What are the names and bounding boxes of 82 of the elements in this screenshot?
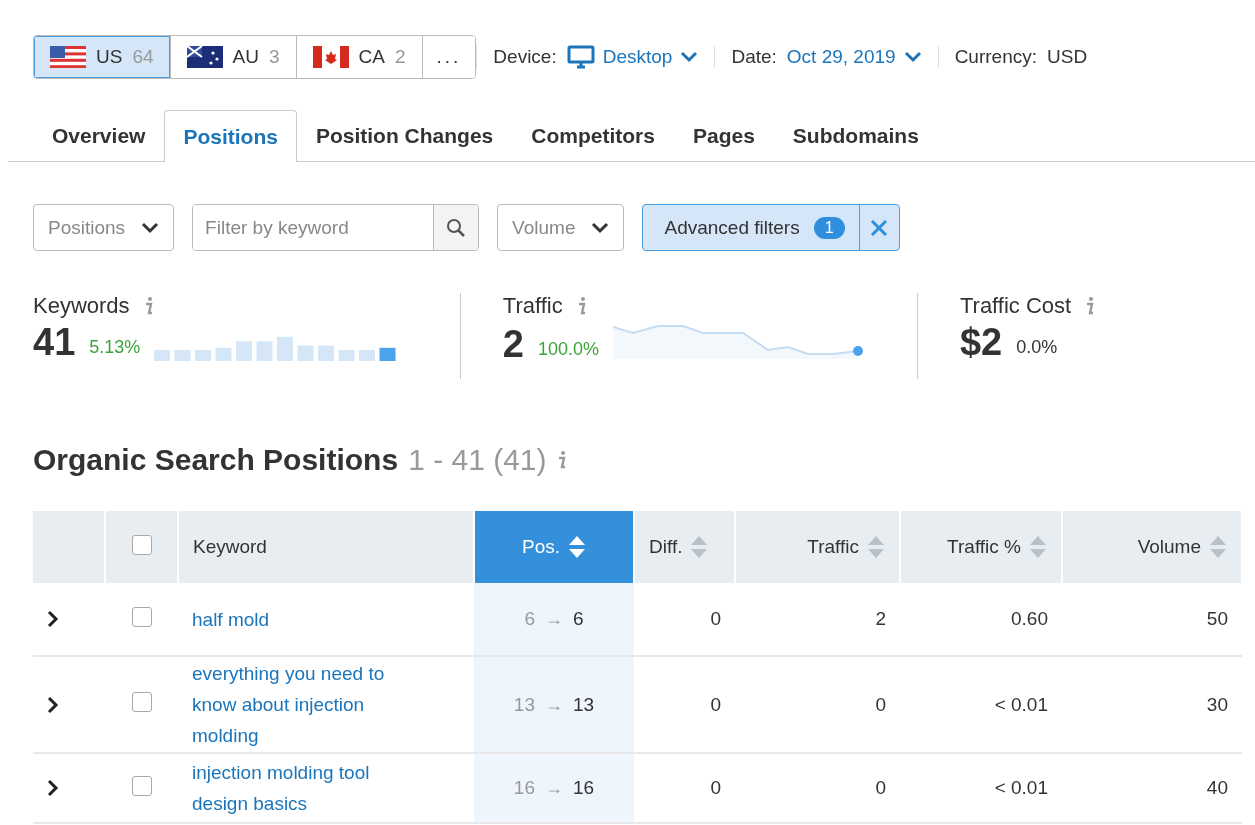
expand-button[interactable] — [47, 695, 59, 714]
metric-value: 41 — [33, 323, 76, 361]
traffic-share-value: 0.60 — [1011, 608, 1048, 629]
previous-position: 16 — [513, 777, 535, 798]
column-header[interactable]: Traffic — [735, 511, 900, 583]
sort-icon[interactable] — [867, 534, 885, 560]
diff-value: 0 — [710, 693, 721, 715]
row-checkbox[interactable] — [131, 775, 152, 796]
result-range: 1 - 41 (41) — [408, 443, 547, 477]
device-label: Device: — [493, 46, 557, 68]
column-header[interactable]: Volume — [1062, 511, 1242, 583]
database-tab[interactable]: US 64 — [34, 36, 171, 78]
chevron-down-icon — [591, 221, 610, 234]
arrow-glyph: → — [545, 778, 563, 798]
chevron-down-icon — [903, 51, 922, 63]
metric-change: 5.13% — [89, 337, 141, 358]
metric-label: Traffic Cost — [959, 293, 1072, 319]
sort-icon[interactable] — [1209, 534, 1227, 560]
sort-icon[interactable] — [568, 534, 586, 560]
column-header[interactable]: Diff. — [634, 511, 735, 583]
info-icon[interactable] — [143, 296, 153, 316]
sort-icon[interactable] — [690, 534, 709, 560]
traffic-share-value: < 0.01 — [994, 777, 1048, 798]
date-label: Date: — [731, 46, 777, 68]
flag-icon — [50, 46, 86, 68]
previous-position: 6 — [524, 608, 535, 629]
currency-value: USD — [1047, 46, 1088, 68]
select-all-checkbox[interactable] — [131, 534, 152, 555]
expand-button[interactable] — [47, 779, 59, 797]
expand-button[interactable] — [47, 610, 59, 628]
column-header[interactable]: Keyword — [178, 511, 474, 583]
device-dropdown[interactable]: Desktop — [566, 45, 699, 69]
arrow-glyph: → — [545, 694, 563, 715]
metric-value: $2 — [959, 323, 1003, 361]
positions-dropdown[interactable]: Positions — [33, 204, 175, 251]
currency-label: Currency: — [954, 46, 1037, 68]
info-icon[interactable] — [576, 296, 586, 316]
keyword-filter-field[interactable]: Filter by keyword — [192, 204, 480, 251]
info-icon[interactable] — [556, 450, 566, 470]
search-icon — [446, 217, 467, 238]
info-icon[interactable] — [1085, 296, 1095, 316]
current-position: 6 — [573, 608, 584, 629]
current-position: 16 — [573, 777, 595, 798]
chevron-down-icon — [141, 221, 160, 234]
sort-icon[interactable] — [1029, 534, 1047, 560]
volume-value: 40 — [1206, 777, 1228, 798]
chevron-right-icon — [47, 610, 59, 628]
date-dropdown[interactable]: Oct 29, 2019 — [786, 46, 922, 68]
diff-value: 0 — [710, 608, 721, 629]
chevron-right-icon — [47, 695, 59, 714]
report-tab[interactable]: Positions — [164, 110, 297, 162]
volume-dropdown[interactable]: Volume — [497, 204, 625, 251]
metric-value: 2 — [502, 325, 524, 363]
traffic-value: 2 — [875, 608, 886, 629]
chevron-right-icon — [47, 779, 59, 797]
traffic-value: 0 — [875, 777, 886, 798]
row-checkbox[interactable] — [131, 692, 152, 712]
keyword-link[interactable]: half mold — [192, 603, 424, 635]
diff-value: 0 — [710, 777, 721, 798]
monitor-icon — [566, 45, 595, 69]
volume-value: 50 — [1206, 608, 1228, 629]
row-checkbox[interactable] — [131, 606, 152, 627]
volume-value: 30 — [1206, 693, 1228, 715]
section-title: Organic Search Positions — [33, 443, 399, 477]
chevron-down-icon — [680, 51, 699, 63]
traffic-share-value: < 0.01 — [994, 693, 1048, 715]
keyword-link[interactable]: injection molding tool design basics — [192, 757, 424, 819]
metric-label: Keywords — [33, 293, 130, 319]
arrow-glyph: → — [545, 609, 563, 629]
metric-label: Traffic — [502, 293, 563, 319]
column-header[interactable]: Traffic % — [900, 511, 1062, 583]
advanced-filters-button[interactable]: Advanced filters 1 — [643, 205, 859, 250]
flag-icon — [312, 46, 349, 68]
traffic-value: 0 — [875, 693, 886, 715]
metric-change: 0.0% — [1016, 337, 1058, 358]
metric-change: 100.0% — [538, 339, 600, 360]
filter-count-badge: 1 — [813, 216, 845, 239]
flag-icon — [186, 46, 223, 68]
current-position: 13 — [573, 693, 595, 715]
previous-position: 13 — [513, 693, 535, 715]
close-icon — [870, 218, 889, 237]
search-button[interactable] — [433, 205, 479, 250]
